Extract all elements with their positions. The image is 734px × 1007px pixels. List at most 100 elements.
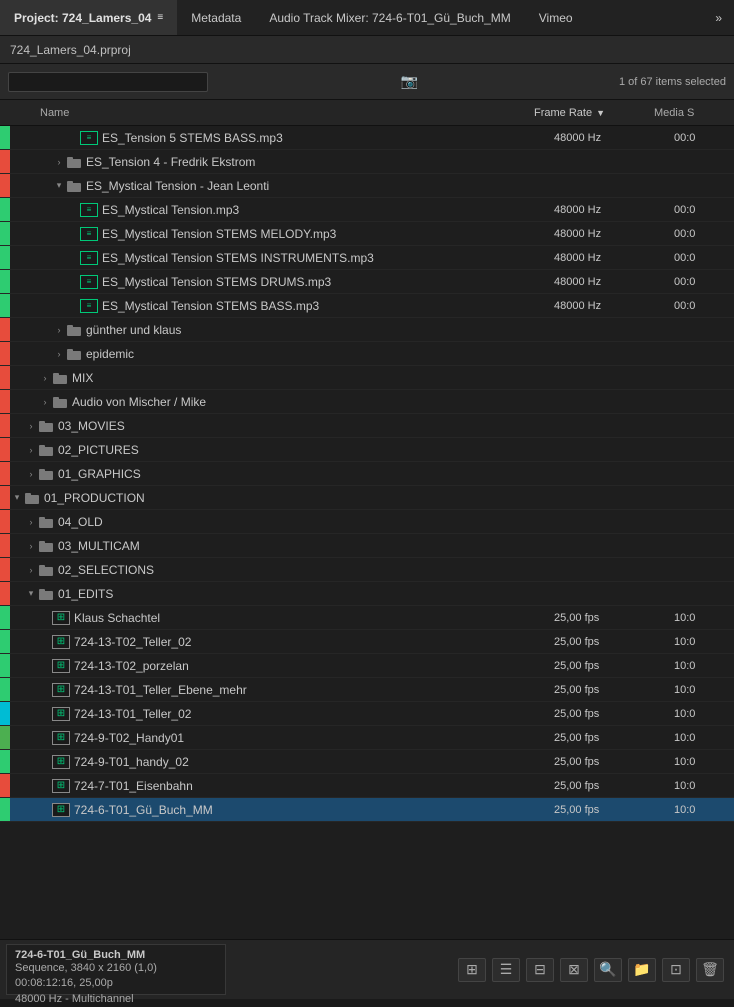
row-media-start: 10:0 [674, 612, 734, 624]
list-item[interactable]: 724-13-T01_Teller_Ebene_mehr25,00 fps10:… [0, 678, 734, 702]
row-framerate: 25,00 fps [554, 732, 674, 744]
folder-icon [66, 322, 82, 338]
more-tabs-button[interactable]: » [703, 0, 734, 35]
list-item[interactable]: ES_Mystical Tension STEMS MELODY.mp34800… [0, 222, 734, 246]
list-item[interactable]: Klaus Schachtel25,00 fps10:0 [0, 606, 734, 630]
color-label-strip [0, 702, 10, 725]
panel-title: 724_Lamers_04.prproj [10, 43, 131, 57]
expand-button[interactable]: › [52, 155, 66, 169]
list-item[interactable]: 724-13-T02_Teller_0225,00 fps10:0 [0, 630, 734, 654]
list-item[interactable]: ES_Mystical Tension STEMS DRUMS.mp348000… [0, 270, 734, 294]
folder-icon [38, 514, 54, 530]
row-media-start: 10:0 [674, 780, 734, 792]
find-button[interactable]: 🔍 [594, 958, 622, 982]
folder-icon [38, 586, 54, 602]
search-input[interactable] [15, 75, 175, 89]
collapse-button[interactable]: ▾ [10, 491, 24, 505]
color-label-strip [0, 630, 10, 653]
grid-view-button[interactable]: ⊞ [458, 958, 486, 982]
column-headers: Name Frame Rate ▼ Media S [0, 100, 734, 126]
expand-button[interactable]: › [52, 347, 66, 361]
row-label: MIX [72, 371, 554, 385]
metadata-button[interactable]: ⊠ [560, 958, 588, 982]
color-label-strip [0, 438, 10, 461]
file-list[interactable]: ES_Tension 5 STEMS BASS.mp348000 Hz00:0›… [0, 126, 734, 939]
list-item[interactable]: 724-13-T02_porzelan25,00 fps10:0 [0, 654, 734, 678]
list-view-button[interactable]: ☰ [492, 958, 520, 982]
expand-button[interactable]: › [24, 419, 38, 433]
list-item[interactable]: 724-6-T01_Gü_Buch_MM25,00 fps10:0 [0, 798, 734, 822]
folder-icon [66, 178, 82, 194]
list-item[interactable]: ES_Mystical Tension.mp348000 Hz00:0 [0, 198, 734, 222]
project-tab[interactable]: Project: 724_Lamers_04 ≡ [0, 0, 177, 35]
list-item[interactable]: › MIX [0, 366, 734, 390]
row-framerate: 25,00 fps [554, 636, 674, 648]
row-label: 724-13-T02_Teller_02 [74, 635, 554, 649]
list-item[interactable]: › 01_GRAPHICS [0, 462, 734, 486]
list-item[interactable]: › epidemic [0, 342, 734, 366]
row-framerate: 48000 Hz [554, 252, 674, 264]
search-count: 1 of 67 items selected [619, 76, 726, 88]
list-item[interactable]: ▾ 01_PRODUCTION [0, 486, 734, 510]
audio-file-icon [80, 299, 98, 313]
expand-button[interactable]: › [24, 539, 38, 553]
expand-button[interactable]: › [24, 563, 38, 577]
list-item[interactable]: 724-7-T01_Eisenbahn25,00 fps10:0 [0, 774, 734, 798]
list-item[interactable]: › Audio von Mischer / Mike [0, 390, 734, 414]
new-item-button[interactable]: ⊡ [662, 958, 690, 982]
color-label-strip [0, 270, 10, 293]
list-item[interactable]: › ES_Tension 4 - Fredrik Ekstrom [0, 150, 734, 174]
col-framerate-header[interactable]: Frame Rate ▼ [534, 107, 654, 119]
row-media-start: 10:0 [674, 636, 734, 648]
project-menu-icon[interactable]: ≡ [157, 12, 163, 23]
search-input-wrap[interactable] [8, 72, 208, 92]
expand-button[interactable]: › [24, 443, 38, 457]
row-media-start: 00:0 [674, 300, 734, 312]
color-label-strip [0, 654, 10, 677]
sequence-icon [52, 755, 70, 769]
expand-button[interactable]: › [24, 467, 38, 481]
color-label-strip [0, 486, 10, 509]
expand-button[interactable]: › [38, 395, 52, 409]
find-faces-icon[interactable]: 📷 [401, 73, 418, 90]
expand-button[interactable]: › [38, 371, 52, 385]
color-label-strip [0, 726, 10, 749]
color-label-strip [0, 774, 10, 797]
list-item[interactable]: ES_Mystical Tension STEMS INSTRUMENTS.mp… [0, 246, 734, 270]
color-label-strip [0, 390, 10, 413]
list-item[interactable]: 724-13-T01_Teller_0225,00 fps10:0 [0, 702, 734, 726]
delete-button[interactable]: 🗑 [696, 958, 724, 982]
metadata-tab[interactable]: Metadata [177, 0, 255, 35]
list-item[interactable]: › 02_PICTURES [0, 438, 734, 462]
row-label: ES_Mystical Tension STEMS BASS.mp3 [102, 299, 554, 313]
row-framerate: 25,00 fps [554, 708, 674, 720]
list-item[interactable]: › 03_MULTICAM [0, 534, 734, 558]
list-item[interactable]: › 04_OLD [0, 510, 734, 534]
list-item[interactable]: ▾ ES_Mystical Tension - Jean Leonti [0, 174, 734, 198]
new-bin-button[interactable]: 📁 [628, 958, 656, 982]
list-item[interactable]: › günther und klaus [0, 318, 734, 342]
expand-button[interactable]: › [52, 323, 66, 337]
row-framerate: 48000 Hz [554, 132, 674, 144]
color-label-strip [0, 582, 10, 605]
item-info-line2: 00:08:12:16, 25,00p [15, 976, 217, 991]
audio-file-icon [80, 251, 98, 265]
collapse-button[interactable]: ▾ [24, 587, 38, 601]
color-label-strip [0, 534, 10, 557]
folder-icon [66, 346, 82, 362]
audio-mixer-tab[interactable]: Audio Track Mixer: 724-6-T01_Gü_Buch_MM [255, 0, 524, 35]
list-item[interactable]: ES_Mystical Tension STEMS BASS.mp348000 … [0, 294, 734, 318]
freeform-view-button[interactable]: ⊟ [526, 958, 554, 982]
list-item[interactable]: ▾ 01_EDITS [0, 582, 734, 606]
list-item[interactable]: 724-9-T02_Handy0125,00 fps10:0 [0, 726, 734, 750]
sequence-icon [52, 779, 70, 793]
list-item[interactable]: ES_Tension 5 STEMS BASS.mp348000 Hz00:0 [0, 126, 734, 150]
list-item[interactable]: › 03_MOVIES [0, 414, 734, 438]
expand-button[interactable]: › [24, 515, 38, 529]
row-media-start: 00:0 [674, 228, 734, 240]
list-item[interactable]: › 02_SELECTIONS [0, 558, 734, 582]
row-media-start: 10:0 [674, 708, 734, 720]
collapse-button[interactable]: ▾ [52, 179, 66, 193]
vimeo-tab[interactable]: Vimeo [525, 0, 587, 35]
list-item[interactable]: 724-9-T01_handy_0225,00 fps10:0 [0, 750, 734, 774]
